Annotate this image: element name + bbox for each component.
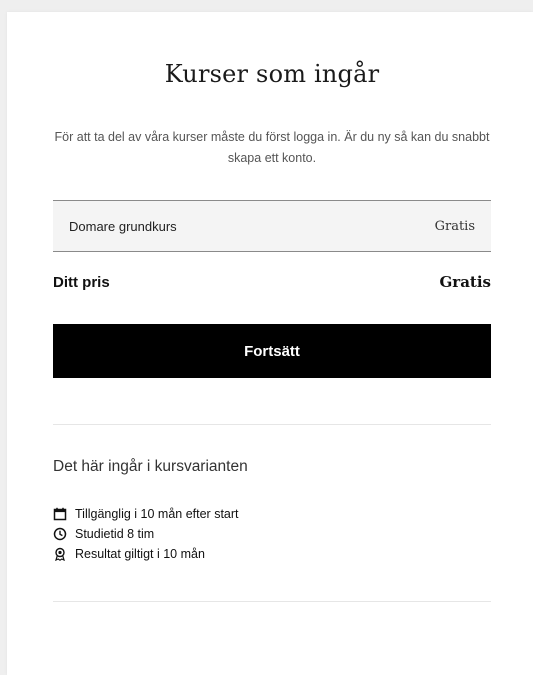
- total-price-row: Ditt pris Gratis: [53, 271, 491, 293]
- total-label: Ditt pris: [53, 273, 110, 291]
- list-item-text: Tillgänglig i 10 mån efter start: [75, 507, 239, 521]
- list-item-text: Studietid 8 tim: [75, 527, 155, 541]
- total-value: Gratis: [439, 273, 491, 291]
- clock-icon: [53, 527, 67, 541]
- includes-heading: Det här ingår i kursvarianten: [53, 458, 248, 475]
- course-name: Domare grundkurs: [69, 218, 177, 234]
- intro-text: För att ta del av våra kurser måste du f…: [54, 130, 490, 165]
- course-card: Kurser som ingår För att ta del av våra …: [7, 12, 533, 675]
- includes-list: Tillgänglig i 10 mån efter start Studiet…: [53, 504, 491, 564]
- list-item-text: Resultat giltigt i 10 mån: [75, 547, 205, 561]
- list-item: Resultat giltigt i 10 mån: [53, 544, 491, 564]
- course-price: Gratis: [434, 218, 475, 234]
- calendar-icon: [53, 507, 67, 521]
- divider: [53, 601, 491, 602]
- continue-button[interactable]: Fortsätt: [53, 324, 491, 378]
- list-item: Studietid 8 tim: [53, 524, 491, 544]
- course-price-row: Domare grundkurs Gratis: [53, 200, 491, 252]
- list-item: Tillgänglig i 10 mån efter start: [53, 504, 491, 524]
- award-icon: [53, 547, 67, 561]
- page-title: Kurser som ingår: [164, 60, 380, 88]
- divider: [53, 424, 491, 425]
